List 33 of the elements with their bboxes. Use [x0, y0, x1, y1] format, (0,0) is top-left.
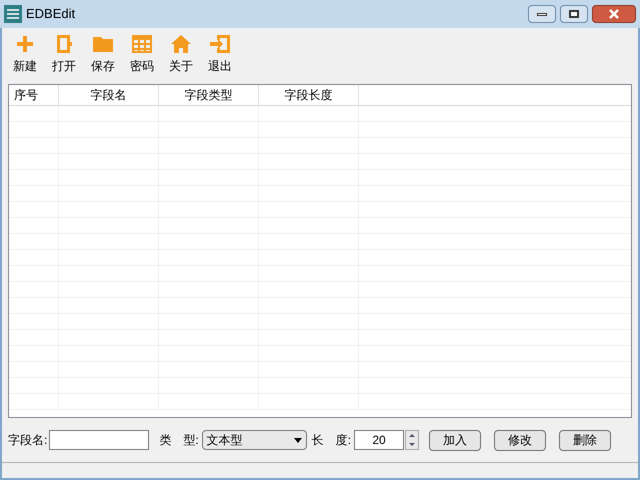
type-dropdown[interactable]: 文本型: [202, 430, 307, 450]
app-icon: [4, 5, 22, 23]
home-icon: [170, 34, 192, 54]
toolbar-button[interactable]: 关于: [164, 34, 198, 84]
action-button[interactable]: 加入: [429, 430, 482, 450]
column-header[interactable]: 字段长度: [259, 85, 359, 105]
close-icon: [609, 9, 619, 19]
grid-icon: [131, 34, 153, 54]
toolbar-button[interactable]: 退出: [203, 34, 237, 84]
type-label: 类 型:: [159, 432, 199, 449]
length-label: 长 度:: [312, 432, 352, 449]
length-input[interactable]: 20: [354, 430, 404, 450]
action-button[interactable]: 修改: [494, 430, 546, 450]
field-name-input[interactable]: [49, 430, 150, 450]
minimize-button[interactable]: [528, 5, 556, 23]
toolbar-button[interactable]: 保存: [86, 34, 120, 84]
exit-icon: [209, 34, 231, 54]
window-title: EDBEdit: [26, 5, 76, 24]
plus-icon: [15, 34, 35, 54]
toolbar-button[interactable]: 密码: [125, 34, 159, 84]
column-header[interactable]: 字段名: [59, 85, 159, 105]
folder-icon: [92, 34, 114, 54]
action-button[interactable]: 删除: [559, 430, 612, 450]
column-header[interactable]: 序号: [9, 85, 59, 105]
dropdown-arrow-icon: [294, 438, 302, 442]
close-button[interactable]: [592, 5, 636, 23]
spin-buttons[interactable]: [405, 430, 420, 450]
field-name-label: 字段名:: [8, 432, 48, 449]
toolbar-button[interactable]: 打开: [47, 34, 81, 84]
toolbar-button[interactable]: 新建: [8, 34, 42, 84]
maximize-button[interactable]: [560, 5, 588, 23]
document-icon: [54, 34, 74, 54]
column-header[interactable]: 字段类型: [159, 85, 259, 105]
